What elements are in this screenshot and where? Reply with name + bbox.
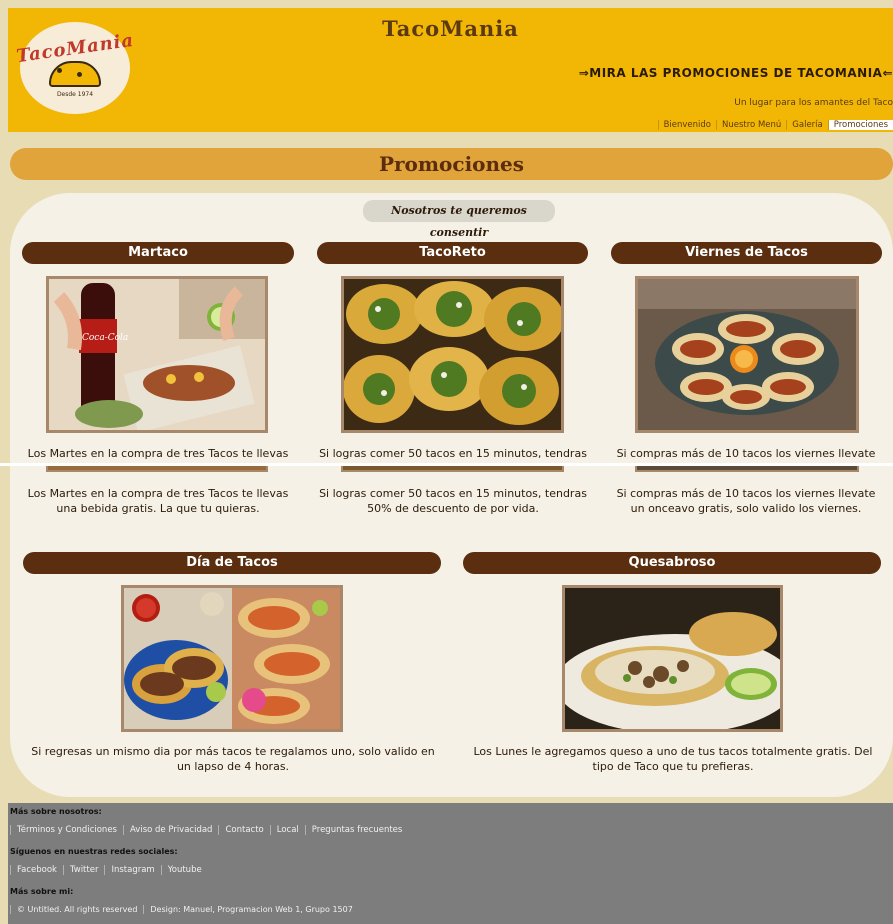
nav-item-galeria[interactable]: Galería: [786, 120, 827, 130]
card-title-viernes: Viernes de Tacos: [611, 242, 882, 264]
site-footer: Más sobre nosotros: Términos y Condicion…: [8, 803, 893, 924]
footer-about-title: Más sobre nosotros:: [10, 807, 102, 816]
card-title-tacoreto: TacoReto: [317, 242, 588, 264]
nav-item-menu[interactable]: Nuestro Menú: [716, 120, 786, 130]
site-title: TacoMania: [382, 16, 519, 41]
footer-link-instagram[interactable]: Instagram: [104, 865, 160, 875]
ghost-desc-viernes: Si compras más de 10 tacos los viernes l…: [616, 447, 876, 460]
footer-social-title: Síguenos en nuestras redes sociales:: [10, 847, 178, 856]
martaco-image-edge: [46, 466, 268, 472]
main-nav: Bienvenido Nuestro Menú Galería Promocio…: [657, 120, 893, 130]
quesabroso-image: [562, 585, 783, 732]
dia-de-tacos-image: [121, 585, 343, 732]
footer-link-preguntas[interactable]: Preguntas frecuentes: [304, 825, 409, 835]
footer-me-title: Más sobre mi:: [10, 887, 74, 896]
logo-tagline: Desde 1974: [56, 91, 94, 98]
martaco-image: Coca-Cola: [46, 276, 268, 433]
viernes-image: [635, 276, 859, 433]
taco-icon: [49, 61, 101, 87]
site-header: TacoMania Desde 1974 TacoMania ⇒MIRA LAS…: [8, 8, 893, 132]
card-title-dia-de-tacos: Día de Tacos: [23, 552, 441, 574]
tacoreto-image: [341, 276, 564, 433]
footer-social-links: Facebook Twitter Instagram Youtube: [10, 865, 208, 875]
card-title-quesabroso: Quesabroso: [463, 552, 881, 574]
footer-copyright: © Untitled. All rights reserved: [10, 905, 143, 914]
footer-design-credit: Design: Manuel, Programacion Web 1, Grup…: [143, 905, 358, 914]
svg-text:Coca-Cola: Coca-Cola: [82, 333, 128, 343]
footer-link-youtube[interactable]: Youtube: [160, 865, 208, 875]
card-desc-dia-de-tacos: Si regresas un mismo dia por más tacos t…: [31, 745, 435, 773]
page-title: Promociones: [10, 148, 893, 180]
footer-link-local[interactable]: Local: [269, 825, 305, 835]
footer-link-twitter[interactable]: Twitter: [62, 865, 105, 875]
tacoreto-image-edge: [341, 466, 564, 472]
footer-link-terminos[interactable]: Términos y Condiciones: [10, 825, 123, 835]
footer-about-links: Términos y Condiciones Aviso de Privacid…: [10, 825, 408, 835]
footer-link-contacto[interactable]: Contacto: [218, 825, 269, 835]
card-title-martaco: Martaco: [22, 242, 294, 264]
nav-item-bienvenido[interactable]: Bienvenido: [657, 120, 716, 130]
card-desc-quesabroso: Los Lunes le agregamos queso a uno de tu…: [473, 745, 873, 773]
card-desc-viernes: Si compras más de 10 tacos los viernes l…: [616, 487, 876, 515]
footer-credits: © Untitled. All rights reserved Design: …: [10, 905, 359, 914]
promotions-subtitle: Nosotros te queremos consentir: [363, 200, 555, 239]
footer-link-privacidad[interactable]: Aviso de Privacidad: [122, 825, 218, 835]
ghost-desc-martaco: Los Martes en la compra de tres Tacos te…: [27, 447, 289, 460]
ghost-desc-tacoreto: Si logras comer 50 tacos en 15 minutos, …: [319, 447, 587, 460]
footer-link-facebook[interactable]: Facebook: [10, 865, 63, 875]
viernes-image-edge: [635, 466, 859, 472]
card-desc-tacoreto: Si logras comer 50 tacos en 15 minutos, …: [319, 487, 587, 515]
nav-item-promociones[interactable]: Promociones: [827, 120, 893, 130]
promo-banner-text: ⇒MIRA LAS PROMOCIONES DE TACOMANIA⇐: [578, 66, 893, 80]
site-tagline: Un lugar para los amantes del Taco: [734, 98, 893, 108]
card-desc-martaco: Los Martes en la compra de tres Tacos te…: [27, 487, 289, 515]
